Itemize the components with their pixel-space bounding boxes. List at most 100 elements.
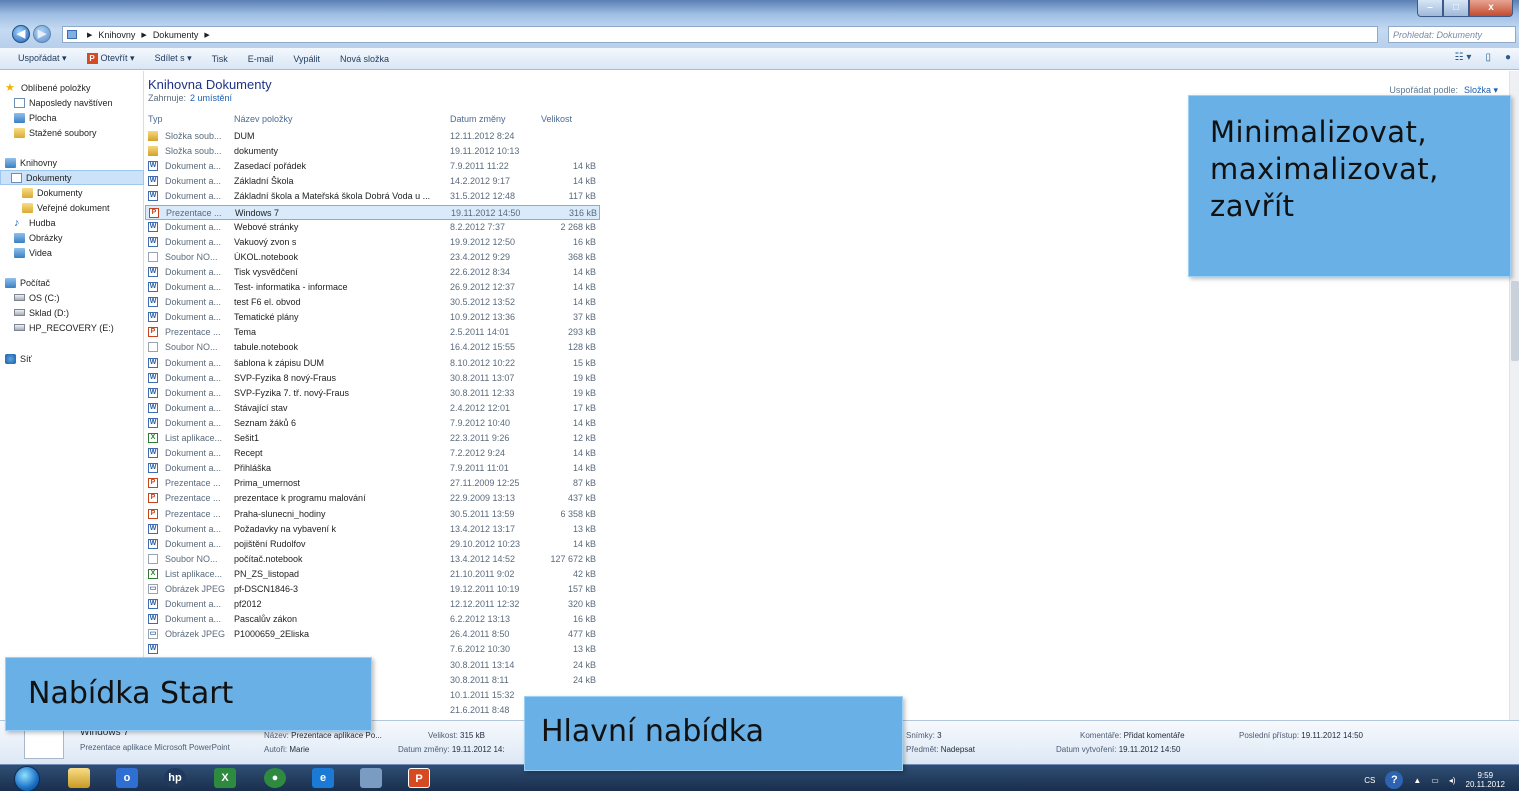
- file-row[interactable]: W Dokument a... Pascalův zákon 6.2.2012 13:…: [145, 612, 600, 627]
- search-input[interactable]: Prohledat: Dokumenty: [1388, 26, 1516, 43]
- file-row[interactable]: P Prezentace ... Tema 2.5.2011 14:01 293 kB: [145, 325, 600, 340]
- file-row[interactable]: Soubor NO... ÚKOL.notebook 23.4.2012 9:29 3…: [145, 250, 600, 265]
- file-row[interactable]: P Prezentace ... prezentace k programu mal…: [145, 491, 600, 506]
- scrollbar-thumb[interactable]: [1511, 281, 1519, 361]
- file-row[interactable]: W Dokument a... pojištění Rudolfov 29.10.20…: [145, 537, 600, 552]
- file-row[interactable]: P Prezentace ... Praha-slunecni_hodiny 30.5…: [145, 507, 600, 522]
- file-row[interactable]: P Prezentace ... Windows 7 19.11.2012 14:50…: [145, 204, 600, 220]
- nav-item[interactable]: Dokumenty: [0, 185, 144, 200]
- media-taskbar-icon[interactable]: ●: [264, 768, 286, 788]
- column-size[interactable]: Velikost: [541, 114, 572, 124]
- excel-taskbar-icon[interactable]: X: [214, 768, 236, 788]
- ie-taskbar-icon[interactable]: e: [312, 768, 334, 788]
- open-button[interactable]: P Otevřít ▾: [77, 53, 145, 64]
- forward-button[interactable]: ▶: [33, 25, 51, 43]
- file-row[interactable]: W Dokument a... Stávající stav 2.4.2012 12:…: [145, 401, 600, 416]
- organize-button[interactable]: Uspořádat ▾: [8, 53, 77, 64]
- help-icon[interactable]: ●: [1505, 52, 1511, 63]
- hp-taskbar-icon[interactable]: hp: [164, 768, 186, 788]
- views-icon[interactable]: ☷ ▾: [1455, 52, 1472, 63]
- nav-item[interactable]: ♪ Hudba: [0, 215, 144, 230]
- file-row[interactable]: X List aplikace... PN_ZS_listopad 21.10.201…: [145, 567, 600, 582]
- file-row[interactable]: W Dokument a... Vakuový zvon s 19.9.2012 12…: [145, 235, 600, 250]
- file-row[interactable]: W Dokument a... pf2012 12.12.2011 12:32 320 …: [145, 597, 600, 612]
- help-icon[interactable]: ?: [1385, 771, 1404, 789]
- column-date[interactable]: Datum změny: [450, 114, 506, 124]
- back-button[interactable]: ◀: [12, 25, 30, 43]
- share-button[interactable]: Sdílet s ▾: [145, 53, 202, 64]
- file-row[interactable]: W Dokument a... Recept 7.2.2012 9:24 14 kB: [145, 446, 600, 461]
- nav-item[interactable]: Plocha: [0, 110, 144, 125]
- nav-item[interactable]: Videa: [0, 245, 144, 260]
- preview-pane-icon[interactable]: ▯: [1485, 52, 1491, 63]
- nav-item[interactable]: Knihovny: [0, 155, 144, 170]
- file-row[interactable]: Složka soub... dokumenty 19.11.2012 10:13: [145, 144, 600, 159]
- powerpoint-taskbar-icon[interactable]: P: [408, 768, 430, 788]
- volume-icon[interactable]: ◂): [1449, 776, 1456, 785]
- start-button[interactable]: [14, 766, 40, 791]
- file-row[interactable]: W Dokument a... Webové stránky 8.2.2012 7:3…: [145, 220, 600, 235]
- address-bar[interactable]: ▶ Knihovny ▶ Dokumenty ▶: [62, 26, 1378, 43]
- file-row[interactable]: P Prezentace ... Prima_umernost 27.11.2009 …: [145, 476, 600, 491]
- file-row[interactable]: W Dokument a... Seznam žáků 6 7.9.2012 10:4…: [145, 416, 600, 431]
- nav-item[interactable]: HP_RECOVERY (E:): [0, 320, 144, 335]
- file-row[interactable]: W Dokument a... Požadavky na vybavení k 13.…: [145, 522, 600, 537]
- nav-item[interactable]: Stažené soubory: [0, 125, 144, 140]
- outlook-taskbar-icon[interactable]: o: [116, 768, 138, 788]
- file-row[interactable]: W Dokument a... test F6 el. obvod 30.5.2012…: [145, 295, 600, 310]
- file-row[interactable]: W Dokument a... Zasedací pořádek 7.9.2011 1…: [145, 159, 600, 174]
- nav-item[interactable]: Sklad (D:): [0, 305, 144, 320]
- column-type[interactable]: Typ: [148, 114, 163, 124]
- nav-item[interactable]: Dokumenty: [0, 170, 144, 185]
- file-row[interactable]: ▭ Obrázek JPEG pf-DSCN1846-3 19.12.2011 10:…: [145, 582, 600, 597]
- nav-item[interactable]: Obrázky: [0, 230, 144, 245]
- arrange-dropdown[interactable]: Složka ▾: [1464, 85, 1498, 95]
- file-row[interactable]: W Dokument a... Základní škola a Mateřská …: [145, 189, 600, 204]
- file-row[interactable]: W Dokument a... Test- informatika - inform…: [145, 280, 600, 295]
- email-button[interactable]: E-mail: [238, 54, 284, 64]
- tray-arrow-icon[interactable]: ▲: [1413, 776, 1421, 785]
- file-row[interactable]: W Dokument a... Přihláška 7.9.2011 11:01 14 …: [145, 461, 600, 476]
- nav-item[interactable]: Veřejné dokument: [0, 200, 144, 215]
- details-title-value[interactable]: Prezentace aplikace Po...: [291, 731, 382, 740]
- file-row[interactable]: W Dokument a... SVP-Fyzika 8 nový-Fraus 30.…: [145, 371, 600, 386]
- column-name[interactable]: Název položky: [234, 114, 293, 124]
- file-row[interactable]: X List aplikace... Sešit1 22.3.2011 9:26 12 …: [145, 431, 600, 446]
- breadcrumb-documents[interactable]: Dokumenty: [153, 30, 199, 40]
- language-indicator[interactable]: CS: [1364, 776, 1375, 785]
- burn-button[interactable]: Vypálit: [283, 54, 330, 64]
- file-row[interactable]: W 7.6.2012 10:30 13 kB: [145, 642, 600, 657]
- file-row[interactable]: W Dokument a... Základní Škola 14.2.2012 9:…: [145, 174, 600, 189]
- file-name: počítač.notebook: [234, 553, 303, 564]
- nav-item[interactable]: ★ Oblíbené položky: [0, 80, 144, 95]
- file-row[interactable]: Soubor NO... tabule.notebook 16.4.2012 15:…: [145, 340, 600, 355]
- file-row[interactable]: Složka soub... DUM 12.11.2012 8:24: [145, 129, 600, 144]
- nav-item[interactable]: OS (C:): [0, 290, 144, 305]
- file-row[interactable]: W Dokument a... SVP-Fyzika 7. tř. nový-Fra…: [145, 386, 600, 401]
- file-date: 2.4.2012 12:01: [450, 402, 511, 413]
- breadcrumb-libraries[interactable]: Knihovny: [98, 30, 135, 40]
- nav-item[interactable]: Naposledy navštíven: [0, 95, 144, 110]
- new-folder-button[interactable]: Nová složka: [330, 54, 399, 64]
- details-comments-value[interactable]: Přidat komentáře: [1124, 731, 1185, 740]
- nav-item[interactable]: Síť: [0, 351, 144, 366]
- details-subject-value[interactable]: Nadepsat: [941, 745, 975, 754]
- includes-link[interactable]: 2 umístění: [190, 93, 232, 103]
- drive-icon: [14, 294, 25, 301]
- file-row[interactable]: W Dokument a... šablona k zápisu DUM 8.10.2…: [145, 356, 600, 371]
- minimize-button[interactable]: –: [1417, 0, 1443, 17]
- maximize-button[interactable]: □: [1443, 0, 1469, 17]
- explorer-taskbar-icon[interactable]: [68, 768, 90, 788]
- network-icon[interactable]: ▭: [1431, 776, 1439, 785]
- nav-item[interactable]: Počítač: [0, 275, 144, 290]
- close-button[interactable]: x: [1469, 0, 1513, 17]
- file-row[interactable]: W Dokument a... Tisk vysvědčení 22.6.2012 8…: [145, 265, 600, 280]
- file-row[interactable]: ▭ Obrázek JPEG P1000659_2Eliska 26.4.2011 8…: [145, 627, 600, 642]
- print-button[interactable]: Tisk: [202, 54, 238, 64]
- details-author-value[interactable]: Marie: [289, 745, 309, 754]
- nav-item-label: Knihovny: [20, 157, 58, 168]
- paint-taskbar-icon[interactable]: [360, 768, 382, 788]
- file-row[interactable]: Soubor NO... počítač.notebook 13.4.2012 14…: [145, 552, 600, 567]
- clock[interactable]: 9:59 20.11.2012: [1466, 771, 1505, 789]
- file-row[interactable]: W Dokument a... Tematické plány 10.9.2012 1…: [145, 310, 600, 325]
